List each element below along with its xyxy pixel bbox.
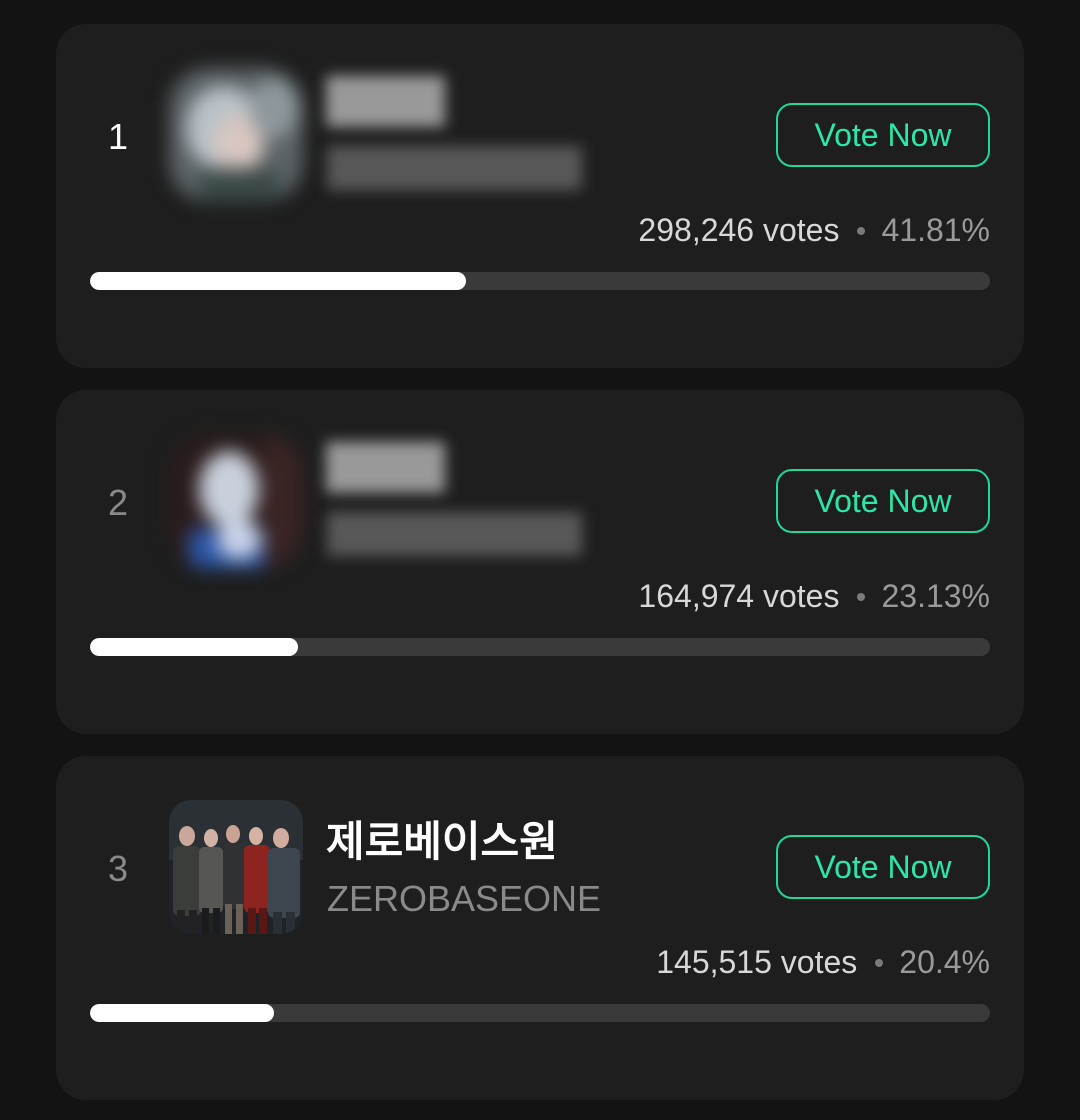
vote-percentage: 41.81% (881, 212, 990, 248)
rank-number: 3 (107, 848, 129, 889)
progress-bar-fill (90, 1004, 274, 1022)
artist-photo-blurred (169, 68, 303, 202)
vote-count: 164,974 votes (638, 578, 840, 614)
vote-stats: 298,246 votes 41.81% (638, 212, 990, 249)
vote-percentage: 20.4% (899, 944, 990, 980)
progress-bar (90, 1004, 990, 1022)
rank-number: 1 (107, 116, 129, 157)
artist-name: 제로베이스원 (326, 818, 558, 865)
vote-stats: 164,974 votes 23.13% (638, 578, 990, 615)
ranking-card-2: 2 ████ ██████████ Vote Now 164,974 votes… (56, 390, 1024, 734)
vote-count: 298,246 votes (638, 212, 840, 248)
separator-dot (875, 958, 884, 967)
separator-dot (857, 226, 866, 235)
vote-now-button[interactable]: Vote Now (776, 469, 990, 533)
vote-now-button[interactable]: Vote Now (776, 835, 990, 899)
artist-photo-blurred (169, 434, 303, 568)
artist-subname-blurred: ██████████ (327, 146, 583, 187)
progress-bar-fill (90, 638, 299, 656)
artist-subname-blurred: ██████████ (327, 512, 583, 553)
ranking-card-3: 3 제로베이스원 ZEROBASEONE Vote Now 145,515 vo… (56, 756, 1024, 1100)
progress-bar (90, 272, 990, 290)
vote-count: 145,515 votes (656, 944, 858, 980)
progress-bar-fill (90, 272, 467, 290)
ranking-card-1: 1 ████ ██████████ Vote Now 298,246 votes… (56, 24, 1024, 368)
vote-stats: 145,515 votes 20.4% (656, 944, 990, 981)
vote-now-button[interactable]: Vote Now (776, 103, 990, 167)
progress-bar (90, 638, 990, 656)
artist-subname: ZEROBASEONE (327, 878, 602, 919)
separator-dot (857, 592, 866, 601)
vote-percentage: 23.13% (881, 578, 990, 614)
artist-name-blurred: ████ (326, 76, 446, 123)
rank-number: 2 (107, 482, 129, 523)
artist-name-blurred: ████ (326, 442, 446, 489)
artist-photo (169, 800, 303, 934)
